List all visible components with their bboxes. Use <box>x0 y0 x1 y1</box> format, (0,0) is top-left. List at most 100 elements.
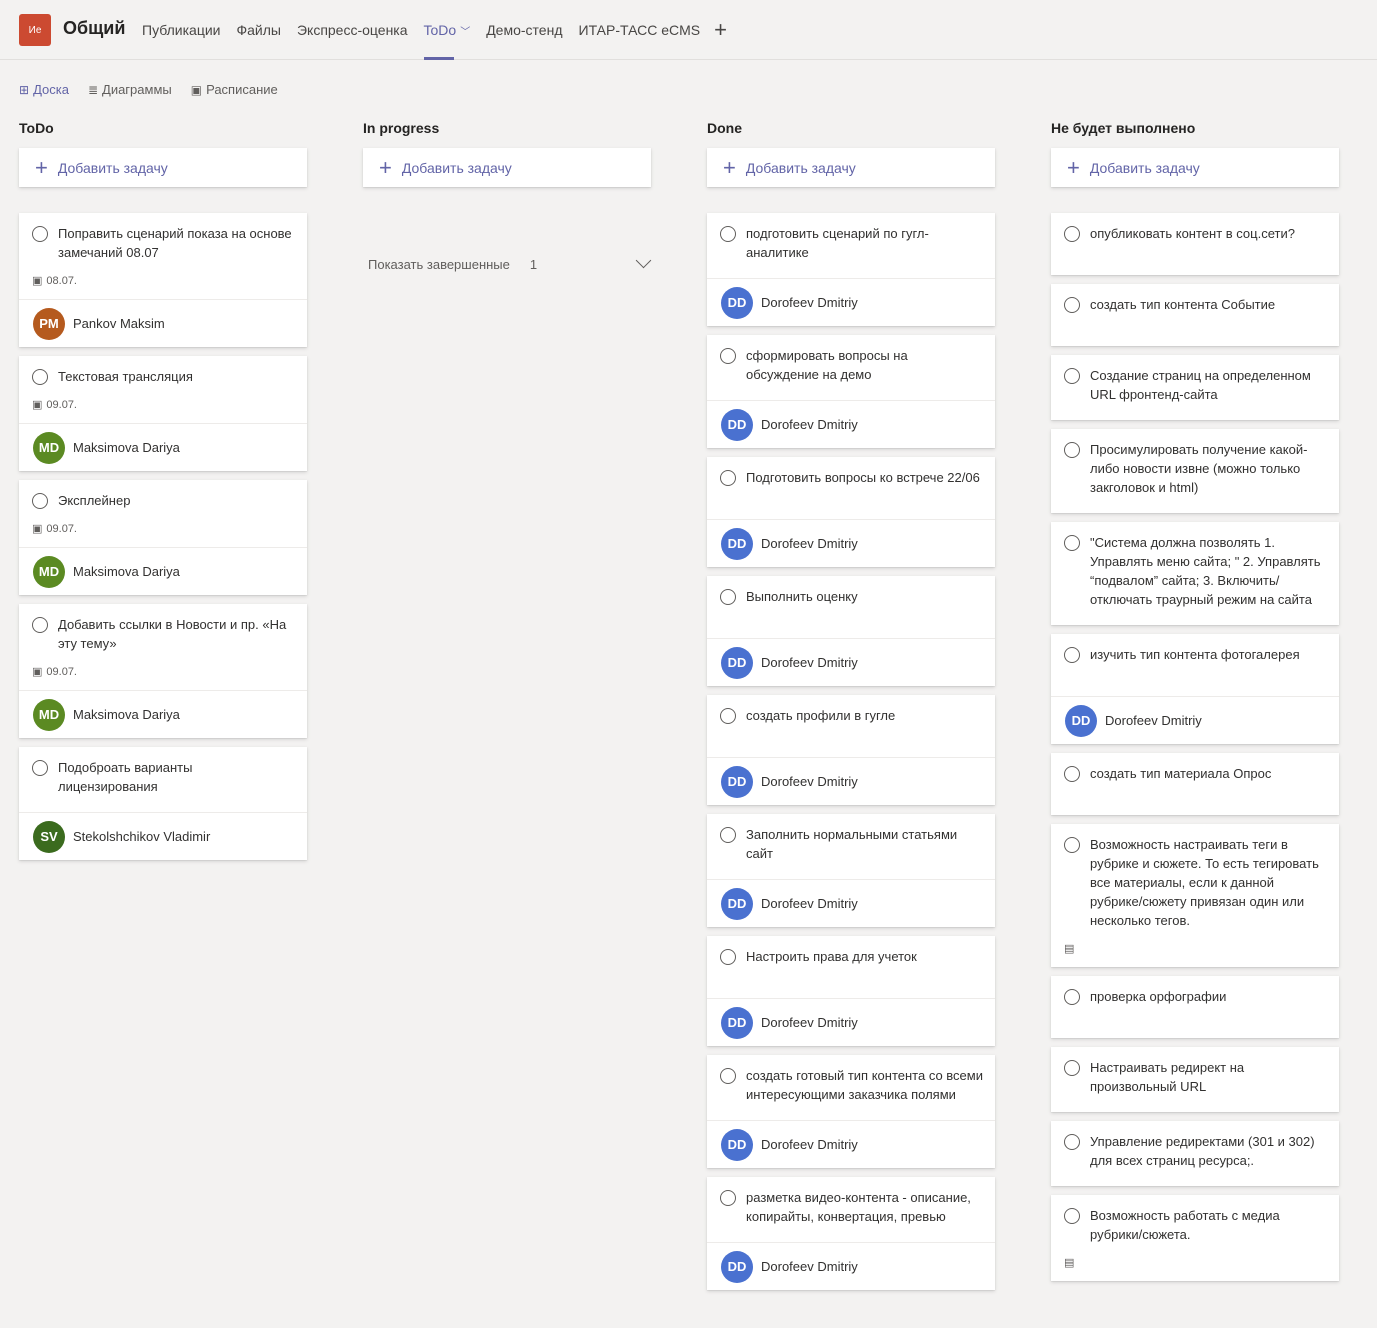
complete-task-checkbox[interactable] <box>720 470 736 486</box>
complete-task-checkbox[interactable] <box>1064 766 1080 782</box>
complete-task-checkbox[interactable] <box>720 226 736 242</box>
complete-task-checkbox[interactable] <box>32 369 48 385</box>
show-completed-toggle[interactable]: Показать завершенные 1 <box>363 252 652 272</box>
complete-task-checkbox[interactable] <box>32 493 48 509</box>
task-card[interactable]: создать тип материала Опрос <box>1051 753 1339 815</box>
task-card[interactable]: Возможность настраивать теги в рубрике и… <box>1051 824 1339 967</box>
assignee[interactable]: DD Dorofeev Dmitriy <box>707 998 995 1046</box>
task-card[interactable]: проверка орфографии <box>1051 976 1339 1038</box>
complete-task-checkbox[interactable] <box>1064 647 1080 663</box>
tab-files[interactable]: Файлы <box>236 0 280 60</box>
add-task-button[interactable]: + Добавить задачу <box>707 148 995 187</box>
tab-itar-tass-ecms[interactable]: ИТАР-ТАСС eCMS <box>579 0 701 60</box>
task-card[interactable]: Управление редиректами (301 и 302) для в… <box>1051 1121 1339 1186</box>
complete-task-checkbox[interactable] <box>1064 535 1080 551</box>
assignee[interactable]: SV Stekolshchikov Vladimir <box>19 812 307 860</box>
plus-icon: + <box>1067 154 1080 180</box>
avatar: DD <box>721 1250 753 1283</box>
add-task-button[interactable]: + Добавить задачу <box>1051 148 1339 187</box>
add-tab-button[interactable]: + <box>714 17 727 43</box>
task-card[interactable]: Поправить сценарий показа на основе заме… <box>19 213 307 347</box>
tab-todo[interactable]: ToDo ﹀ <box>423 0 470 60</box>
tab-label: Экспресс-оценка <box>296 22 408 38</box>
task-card[interactable]: Добавить ссылки в Новости и пр. «На эту … <box>19 604 307 738</box>
complete-task-checkbox[interactable] <box>1064 837 1080 853</box>
team-avatar[interactable]: Ие <box>19 14 51 46</box>
chevron-down-icon[interactable]: ﹀ <box>460 23 470 38</box>
complete-task-checkbox[interactable] <box>1064 989 1080 1005</box>
task-body: Эксплейнер ▣ 09.07. <box>19 480 307 547</box>
task-body: Выполнить оценку <box>707 576 995 638</box>
task-card[interactable]: подготовить сценарий по гугл-аналитике D… <box>707 213 995 326</box>
view-board[interactable]: ⊞ Доска <box>19 82 69 97</box>
assignee[interactable]: DD Dorofeev Dmitriy <box>707 519 995 567</box>
complete-task-checkbox[interactable] <box>32 760 48 776</box>
task-card[interactable]: Настроить права для учеток DD Dorofeev D… <box>707 936 995 1046</box>
complete-task-checkbox[interactable] <box>720 348 736 364</box>
task-card[interactable]: создать тип контента Событие <box>1051 284 1339 346</box>
task-card[interactable]: опубликовать контент в соц.сети? <box>1051 213 1339 275</box>
complete-task-checkbox[interactable] <box>1064 368 1080 384</box>
view-schedule[interactable]: ▣ Расписание <box>191 82 278 97</box>
task-card[interactable]: Возможность работать с медиа рубрики/сюж… <box>1051 1195 1339 1281</box>
complete-task-checkbox[interactable] <box>720 708 736 724</box>
task-title: Настраивать редирект на произвольный URL <box>1090 1060 1245 1094</box>
task-card[interactable]: Просимулировать получение какой-либо нов… <box>1051 429 1339 513</box>
assignee[interactable]: DD Dorofeev Dmitriy <box>707 400 995 448</box>
task-card[interactable]: Создание страниц на определенном URL фро… <box>1051 355 1339 420</box>
task-card[interactable]: разметка видео-контента - описание, копи… <box>707 1177 995 1290</box>
task-title: Подоброать варианты лицензирования <box>58 760 193 794</box>
task-card[interactable]: Эксплейнер ▣ 09.07. MD Maksimova Dariya <box>19 480 307 595</box>
complete-task-checkbox[interactable] <box>720 589 736 605</box>
assignee[interactable]: DD Dorofeev Dmitriy <box>707 757 995 805</box>
task-card[interactable]: изучить тип контента фотогалерея DD Doro… <box>1051 634 1339 744</box>
complete-task-checkbox[interactable] <box>32 617 48 633</box>
assignee[interactable]: DD Dorofeev Dmitriy <box>707 879 995 927</box>
task-card[interactable]: Текстовая трансляция ▣ 09.07. MD Maksimo… <box>19 356 307 471</box>
task-card[interactable]: Подоброать варианты лицензирования SV St… <box>19 747 307 860</box>
calendar-icon: ▣ <box>32 275 43 287</box>
task-card[interactable]: Настраивать редирект на произвольный URL <box>1051 1047 1339 1112</box>
complete-task-checkbox[interactable] <box>1064 1134 1080 1150</box>
tab-express-estimate[interactable]: Экспресс-оценка <box>297 0 408 60</box>
assignee[interactable]: PM Pankov Maksim <box>19 299 307 347</box>
due-date: ▣ 09.07. <box>32 398 295 412</box>
tab-publications[interactable]: Публикации <box>142 0 220 60</box>
task-card[interactable]: создать готовый тип контента со всеми ин… <box>707 1055 995 1168</box>
due-date: ▣ 09.07. <box>32 665 295 679</box>
assignee[interactable]: MD Maksimova Dariya <box>19 423 307 471</box>
complete-task-checkbox[interactable] <box>1064 1060 1080 1076</box>
complete-task-checkbox[interactable] <box>720 1068 736 1084</box>
tab-demo-stand[interactable]: Демо-стенд <box>486 0 562 60</box>
assignee[interactable]: DD Dorofeev Dmitriy <box>1051 696 1339 744</box>
complete-task-checkbox[interactable] <box>1064 442 1080 458</box>
assignee[interactable]: DD Dorofeev Dmitriy <box>707 1120 995 1168</box>
task-card[interactable]: сформировать вопросы на обсуждение на де… <box>707 335 995 448</box>
assignee[interactable]: DD Dorofeev Dmitriy <box>707 638 995 686</box>
bucket-title[interactable]: ToDo <box>19 118 307 148</box>
assignee[interactable]: MD Maksimova Dariya <box>19 547 307 595</box>
task-card[interactable]: Подготовить вопросы ко встрече 22/06 DD … <box>707 457 995 567</box>
add-task-button[interactable]: + Добавить задачу <box>363 148 651 187</box>
assignee-name: Dorofeev Dmitriy <box>1105 713 1202 728</box>
complete-task-checkbox[interactable] <box>32 226 48 242</box>
bucket-title[interactable]: Не будет выполнено <box>1051 118 1339 148</box>
assignee[interactable]: DD Dorofeev Dmitriy <box>707 1242 995 1290</box>
complete-task-checkbox[interactable] <box>720 827 736 843</box>
complete-task-checkbox[interactable] <box>1064 1208 1080 1224</box>
bucket-title[interactable]: Done <box>707 118 995 148</box>
task-card[interactable]: "Система должна позволять 1. Управлять м… <box>1051 522 1339 625</box>
assignee[interactable]: MD Maksimova Dariya <box>19 690 307 738</box>
assignee[interactable]: DD Dorofeev Dmitriy <box>707 278 995 326</box>
task-card[interactable]: создать профили в гугле DD Dorofeev Dmit… <box>707 695 995 805</box>
task-card[interactable]: Заполнить нормальными статьями сайт DD D… <box>707 814 995 927</box>
complete-task-checkbox[interactable] <box>720 1190 736 1206</box>
task-card[interactable]: Выполнить оценку DD Dorofeev Dmitriy <box>707 576 995 686</box>
complete-task-checkbox[interactable] <box>1064 226 1080 242</box>
add-task-button[interactable]: + Добавить задачу <box>19 148 307 187</box>
bucket-title[interactable]: In progress <box>363 118 651 148</box>
view-charts[interactable]: ≣ Диаграммы <box>88 82 172 97</box>
complete-task-checkbox[interactable] <box>1064 297 1080 313</box>
view-label: Расписание <box>206 82 278 97</box>
complete-task-checkbox[interactable] <box>720 949 736 965</box>
